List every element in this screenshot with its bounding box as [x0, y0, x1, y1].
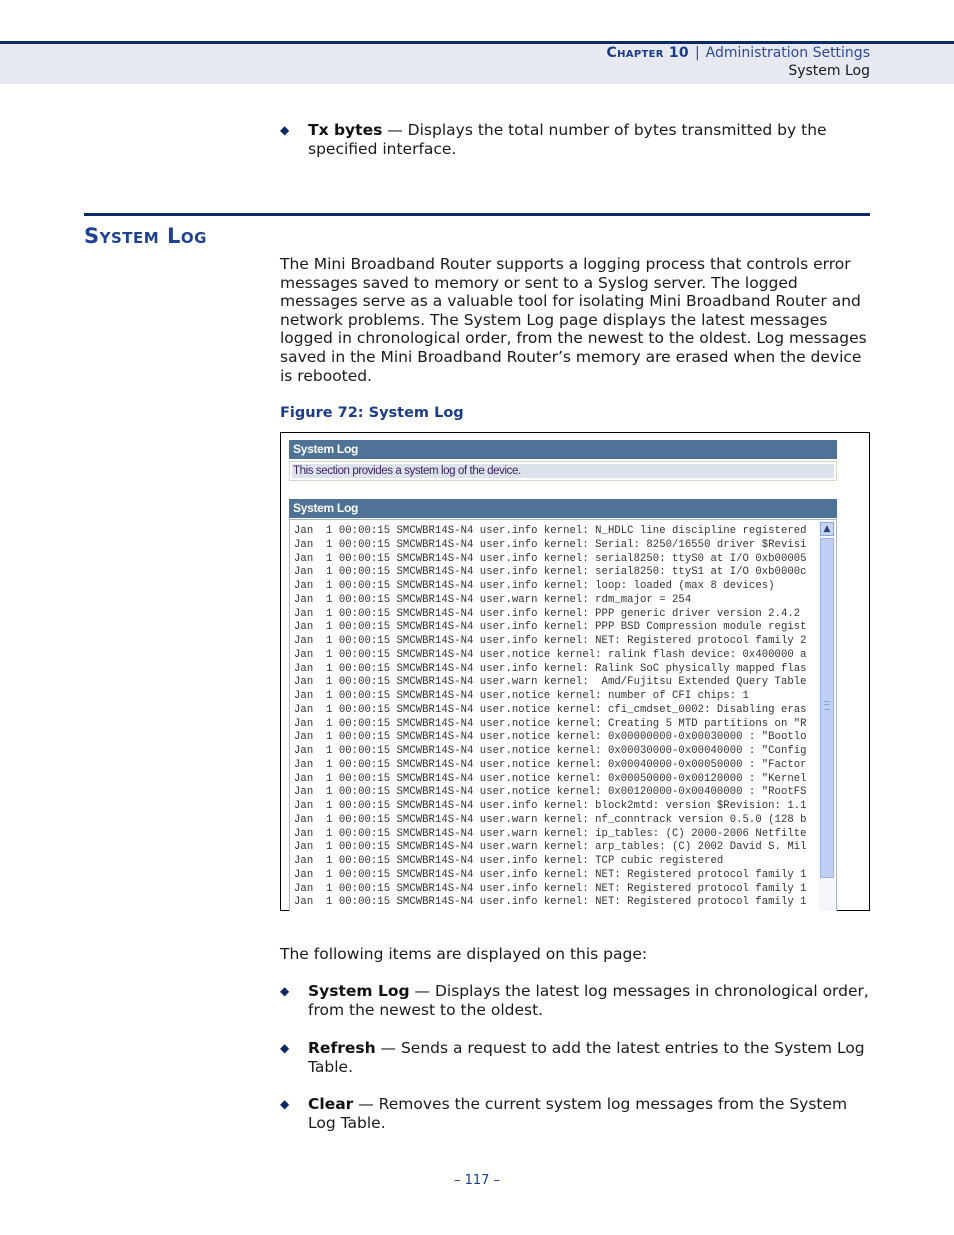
figure-caption: Figure 72: System Log	[280, 405, 464, 421]
figure-system-log-screenshot: System Log This section provides a syste…	[280, 432, 870, 911]
scroll-grip-icon	[824, 701, 830, 710]
log-line: Jan 1 00:00:15 SMCWBR14S-N4 user.info ke…	[294, 800, 807, 812]
log-line: Jan 1 00:00:15 SMCWBR14S-N4 user.info ke…	[294, 552, 807, 565]
log-line: Jan 1 00:00:15 SMCWBR14S-N4 user.notice …	[294, 745, 807, 757]
log-line: Jan 1 00:00:15 SMCWBR14S-N4 user.info ke…	[294, 621, 807, 634]
bullet-description: — Sends a request to add the latest entr…	[308, 1039, 865, 1076]
log-line: Jan 1 00:00:15 SMCWBR14S-N4 user.info ke…	[294, 882, 807, 895]
log-line: Jan 1 00:00:15 SMCWBR14S-N4 user.notice …	[294, 703, 807, 716]
bullet-diamond-icon: ◆	[280, 984, 290, 998]
bullet-term: Tx bytes	[308, 121, 383, 139]
scroll-up-arrow-icon[interactable]: ▲	[820, 522, 834, 536]
log-line: Jan 1 00:00:15 SMCWBR14S-N4 user.warn ke…	[294, 827, 807, 840]
header-separator: |	[694, 45, 700, 61]
log-line: Jan 1 00:00:15 SMCWBR14S-N4 user.notice …	[294, 731, 807, 744]
bullet-description: — Displays the total number of bytes tra…	[308, 121, 827, 158]
log-line: Jan 1 00:00:15 SMCWBR14S-N4 user.info ke…	[294, 607, 801, 620]
chapter-title: Administration Settings	[705, 45, 870, 61]
bullet-tx-bytes: ◆ Tx bytes — Displays the total number o…	[280, 121, 870, 159]
items-intro: The following items are displayed on thi…	[280, 945, 648, 963]
log-line: Jan 1 00:00:15 SMCWBR14S-N4 user.notice …	[294, 786, 807, 799]
log-line: Jan 1 00:00:15 SMCWBR14S-N4 user.info ke…	[294, 855, 724, 867]
panel-header-system-log: System Log	[289, 440, 837, 459]
panel-description: This section provides a system log of th…	[292, 464, 834, 478]
log-line: Jan 1 00:00:15 SMCWBR14S-N4 user.notice …	[294, 717, 807, 730]
log-line: Jan 1 00:00:15 SMCWBR14S-N4 user.info ke…	[294, 868, 807, 881]
log-line: Jan 1 00:00:15 SMCWBR14S-N4 user.notice …	[294, 758, 807, 771]
bullet-term: Clear	[308, 1095, 354, 1113]
log-line: Jan 1 00:00:15 SMCWBR14S-N4 user.info ke…	[294, 635, 807, 647]
log-lines: Jan 1 00:00:15 SMCWBR14S-N4 user.info ke…	[294, 525, 816, 910]
panel-description-box: This section provides a system log of th…	[289, 461, 837, 481]
section-title: System Log	[84, 224, 207, 248]
bullet-term: System Log	[308, 982, 410, 1000]
log-line: Jan 1 00:00:15 SMCWBR14S-N4 user.notice …	[294, 690, 749, 702]
bullet-term: Refresh	[308, 1039, 376, 1057]
log-line: Jan 1 00:00:15 SMCWBR14S-N4 user.info ke…	[294, 566, 807, 579]
bullet-diamond-icon: ◆	[280, 1041, 290, 1055]
running-header-chapter: Chapter 10 | Administration Settings	[607, 45, 870, 61]
bullet-clear: ◆ Clear — Removes the current system log…	[280, 1095, 870, 1133]
log-line: Jan 1 00:00:15 SMCWBR14S-N4 user.info ke…	[294, 525, 807, 537]
panel-header-system-log-table: System Log	[289, 499, 837, 518]
log-line: Jan 1 00:00:15 SMCWBR14S-N4 user.info ke…	[294, 896, 807, 909]
log-line: Jan 1 00:00:15 SMCWBR14S-N4 user.warn ke…	[294, 813, 807, 826]
bullet-refresh: ◆ Refresh — Sends a request to add the l…	[280, 1039, 870, 1077]
log-scrollbar[interactable]: ▲	[819, 521, 835, 911]
running-header-section: System Log	[788, 63, 870, 79]
system-log-textarea[interactable]: Jan 1 00:00:15 SMCWBR14S-N4 user.info ke…	[289, 519, 837, 911]
bullet-system-log: ◆ System Log — Displays the latest log m…	[280, 982, 870, 1020]
page-number: – 117 –	[453, 1173, 501, 1188]
bullet-description: — Removes the current system log message…	[308, 1095, 848, 1132]
chapter-label: Chapter 10	[606, 45, 689, 61]
section-intro-paragraph: The Mini Broadband Router supports a log…	[280, 255, 867, 385]
log-line: Jan 1 00:00:15 SMCWBR14S-N4 user.info ke…	[294, 662, 807, 675]
log-line: Jan 1 00:00:15 SMCWBR14S-N4 user.info ke…	[294, 580, 775, 592]
bullet-diamond-icon: ◆	[280, 1097, 290, 1111]
log-line: Jan 1 00:00:15 SMCWBR14S-N4 user.notice …	[294, 772, 807, 785]
log-line: Jan 1 00:00:15 SMCWBR14S-N4 user.warn ke…	[294, 593, 692, 606]
section-divider	[84, 213, 870, 216]
bullet-diamond-icon: ◆	[280, 123, 290, 137]
log-line: Jan 1 00:00:15 SMCWBR14S-N4 user.warn ke…	[294, 841, 807, 854]
log-line: Jan 1 00:00:15 SMCWBR14S-N4 user.info ke…	[294, 538, 807, 551]
log-line: Jan 1 00:00:15 SMCWBR14S-N4 user.warn ke…	[294, 676, 807, 689]
scroll-thumb[interactable]	[820, 538, 834, 878]
log-line: Jan 1 00:00:15 SMCWBR14S-N4 user.notice …	[294, 648, 807, 661]
